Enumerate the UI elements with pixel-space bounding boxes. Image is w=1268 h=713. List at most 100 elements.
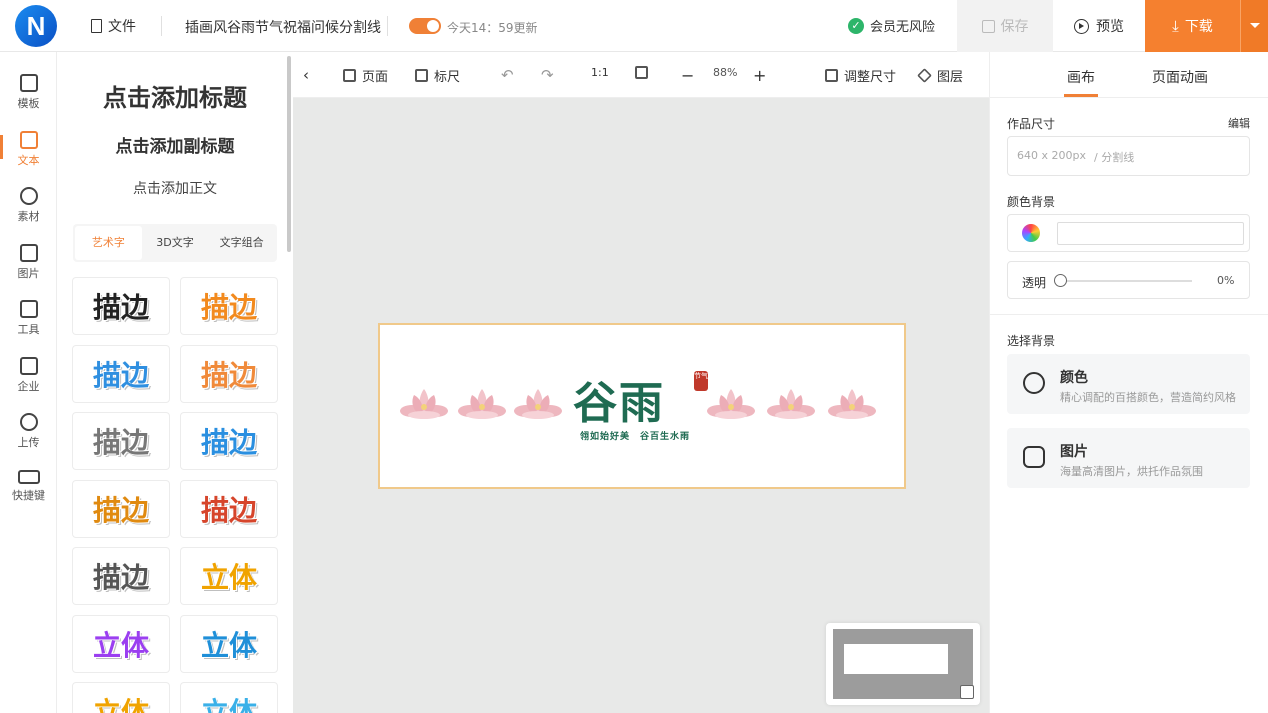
tab-page-animation[interactable]: 页面动画: [1152, 67, 1208, 87]
ruler-icon: [415, 69, 428, 82]
text-icon: [19, 131, 38, 149]
rail-item-enterprise[interactable]: 企业: [0, 343, 57, 399]
size-field[interactable]: 640 x 200px / 分割线: [1007, 136, 1250, 176]
play-circle-icon: [1074, 18, 1089, 34]
zoom-in-icon[interactable]: +: [753, 66, 766, 85]
minimap-artboard: [844, 644, 948, 674]
zoom-out-icon[interactable]: −: [681, 66, 694, 85]
download-dropdown-button[interactable]: [1240, 0, 1268, 52]
resize-label: 调整尺寸: [844, 70, 897, 85]
rail-item-tools[interactable]: 工具: [0, 286, 57, 342]
save-icon: [981, 19, 995, 33]
layers-button[interactable]: 图层: [917, 66, 964, 85]
minimap[interactable]: [826, 623, 980, 705]
text-preset-card[interactable]: 描边: [72, 344, 170, 403]
text-preset-card[interactable]: 立体: [72, 682, 170, 713]
rail-item-shortcuts[interactable]: 快捷键: [0, 456, 57, 512]
text-preset-card[interactable]: 描边: [180, 479, 278, 538]
bg-option-desc: 精心调配的百搭颜色，营造简约风格: [1060, 391, 1236, 404]
rail-label: 上传: [17, 436, 40, 449]
text-preset-card[interactable]: 立体: [180, 682, 278, 713]
artboard-subtitle[interactable]: 翎如始好美 谷百生水雨: [580, 429, 690, 442]
color-wheel-icon[interactable]: [1022, 224, 1040, 242]
ruler-button[interactable]: 标尺: [415, 66, 460, 85]
artboard[interactable]: 谷雨 节气 翎如始好美 谷百生水雨: [378, 323, 906, 489]
text-preset-card[interactable]: 立体: [180, 614, 278, 673]
resize-button[interactable]: 调整尺寸: [825, 66, 896, 85]
top-bar: N 文件 插画风谷雨节气祝福问候分割线 今天14：59更新 ✓ 会员无风险 保存…: [0, 0, 1268, 52]
text-preset-card[interactable]: 描边: [72, 277, 170, 335]
rail-item-text[interactable]: 文本: [0, 117, 57, 173]
tab-canvas[interactable]: 画布: [1067, 67, 1095, 87]
text-preset-card[interactable]: 描边: [180, 412, 278, 470]
rail-label: 模板: [17, 97, 40, 110]
opacity-slider-handle[interactable]: [1054, 274, 1067, 287]
lotus-flower[interactable]: [514, 385, 562, 423]
size-type: / 分割线: [1094, 151, 1135, 164]
panel-scrollbar[interactable]: [287, 56, 291, 252]
bg-option-desc: 海量高清图片，烘托作品氛围: [1060, 465, 1203, 478]
lotus-flower[interactable]: [707, 385, 755, 423]
rail-item-materials[interactable]: 素材: [0, 173, 57, 229]
zoom-level[interactable]: 88%: [713, 66, 737, 79]
keyboard-icon: [17, 470, 40, 484]
bg-option-image[interactable]: 图片 海量高清图片，烘托作品氛围: [1007, 428, 1250, 488]
undo-icon[interactable]: ↶: [501, 66, 514, 84]
text-preset-card[interactable]: 描边: [72, 547, 170, 605]
rail-item-templates[interactable]: 模板: [0, 60, 57, 116]
document-title[interactable]: 插画风谷雨节气祝福问候分割线: [185, 17, 381, 37]
lotus-flower[interactable]: [828, 385, 876, 423]
download-button[interactable]: ⤓ 下载: [1145, 0, 1240, 52]
shirt-icon: [19, 74, 38, 92]
lotus-flower[interactable]: [400, 385, 448, 423]
resize-icon: [825, 69, 838, 82]
preview-button[interactable]: 预览: [1053, 0, 1145, 52]
add-subtitle-button[interactable]: 点击添加副标题: [57, 132, 293, 157]
save-status: 今天14：59更新: [447, 21, 538, 35]
text-preset-card[interactable]: 描边: [72, 479, 170, 538]
rail-item-upload[interactable]: 上传: [0, 399, 57, 455]
artboard-title[interactable]: 谷雨: [573, 367, 665, 431]
file-menu-button[interactable]: 文件: [91, 15, 136, 37]
fit-screen-icon: [635, 66, 648, 79]
tab-text-combo[interactable]: 文字组合: [208, 226, 275, 260]
minimap-toggle-icon[interactable]: [960, 685, 974, 699]
color-swatch-input[interactable]: [1057, 222, 1244, 245]
lotus-flower[interactable]: [458, 385, 506, 423]
check-circle-icon: ✓: [848, 17, 864, 34]
lotus-flower[interactable]: [767, 385, 815, 423]
text-preset-card[interactable]: 描边: [72, 412, 170, 470]
rail-item-images[interactable]: 图片: [0, 230, 57, 286]
color-bg-row: [1007, 214, 1250, 252]
fit-screen-button[interactable]: [635, 66, 648, 79]
cloud-upload-icon: [19, 413, 38, 431]
opacity-slider-track[interactable]: [1060, 280, 1192, 282]
autosave-toggle[interactable]: [409, 18, 441, 34]
tab-art-text[interactable]: 艺术字: [75, 226, 142, 260]
text-preset-card[interactable]: 立体: [180, 547, 278, 605]
edit-size-link[interactable]: 编辑: [1228, 115, 1250, 131]
add-title-button[interactable]: 点击添加标题: [57, 78, 293, 113]
bg-option-color[interactable]: 颜色 精心调配的百搭颜色，营造简约风格: [1007, 354, 1250, 414]
page-button[interactable]: 页面: [343, 66, 388, 85]
rail-label: 文本: [17, 154, 40, 167]
layers-label: 图层: [937, 70, 964, 85]
add-body-text-button[interactable]: 点击添加正文: [57, 178, 293, 198]
save-button[interactable]: 保存: [957, 0, 1053, 52]
redo-icon[interactable]: ↷: [541, 66, 554, 84]
left-nav-rail: 模板 文本 素材 图片 工具 企业 上传 快捷键: [0, 52, 57, 713]
tab-3d-text[interactable]: 3D文字: [142, 226, 209, 260]
properties-panel: 画布 页面动画 作品尺寸 编辑 640 x 200px / 分割线 颜色背景 透…: [989, 52, 1268, 713]
color-bg-label: 颜色背景: [1007, 195, 1056, 209]
text-preset-card[interactable]: 立体: [72, 614, 170, 673]
divider: [990, 97, 1268, 98]
page-label: 页面: [362, 70, 389, 85]
divider: [990, 314, 1268, 315]
app-logo[interactable]: N: [15, 5, 57, 47]
text-preset-card[interactable]: 描边: [180, 344, 278, 403]
collapse-panel-icon[interactable]: ‹: [303, 66, 309, 84]
member-badge[interactable]: ✓ 会员无风险: [848, 16, 935, 35]
actual-size-button[interactable]: 1:1: [591, 66, 609, 79]
text-preset-card[interactable]: 描边: [180, 277, 278, 335]
page-icon: [343, 69, 356, 82]
